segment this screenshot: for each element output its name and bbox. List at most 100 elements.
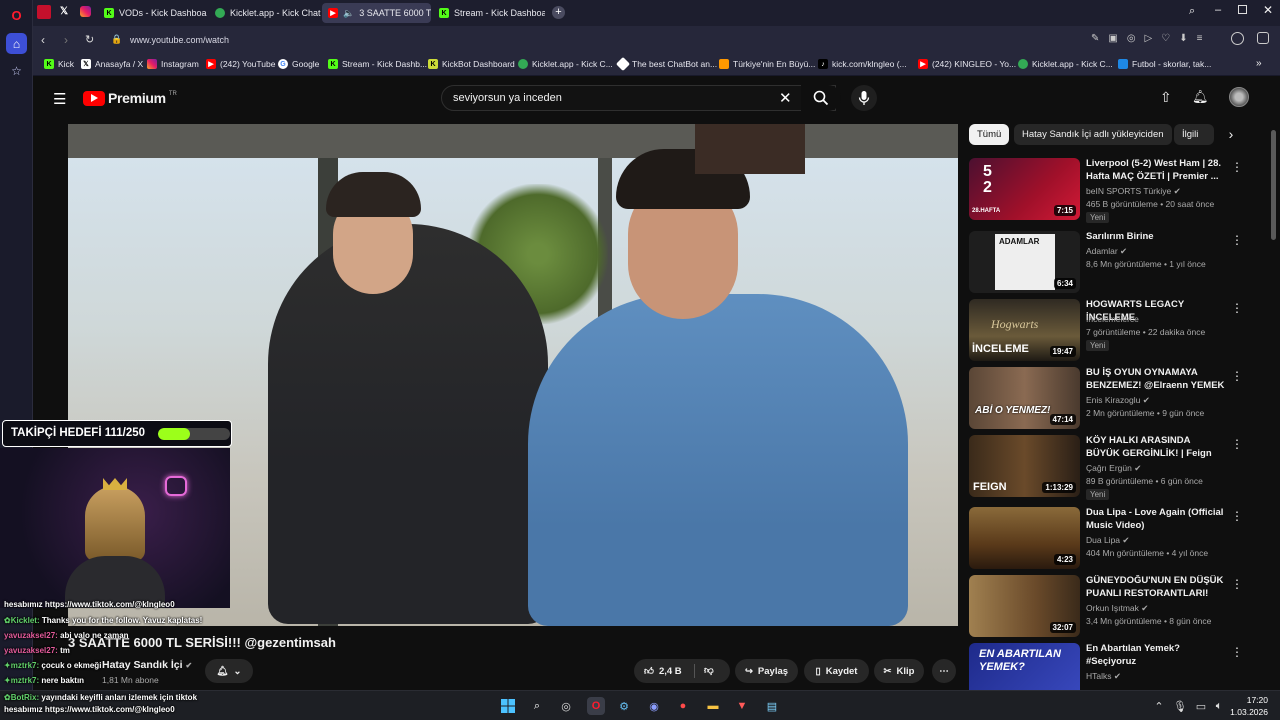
bookmark-kicklet-2[interactable]: Kicklet.app - Kick C... xyxy=(1018,59,1113,69)
clock[interactable]: 17:20 1.03.2026 xyxy=(1230,695,1268,717)
bookmark-turkiye[interactable]: Türkiye'nin En Büyü... xyxy=(719,59,815,69)
share-button[interactable]: ↪ Paylaş xyxy=(735,659,798,683)
recommendation-item[interactable]: EN ABARTILAN YEMEK? En Abartılan Yemek? … xyxy=(969,643,1244,690)
more-options-icon[interactable]: ⋮ xyxy=(1231,577,1243,591)
speaker-icon[interactable]: 🔈 xyxy=(343,8,354,19)
steam-icon[interactable]: ⚙ xyxy=(615,697,633,715)
subscribed-bell-button[interactable]: 🔔︎ ⌄ xyxy=(205,659,253,683)
more-options-icon[interactable]: ⋮ xyxy=(1231,301,1243,315)
video-title[interactable]: Liverpool (5-2) West Ham | 28. Hafta MAÇ… xyxy=(1086,158,1226,183)
recommendation-item[interactable]: ADAMLAR 6:34 Sarılırım Birine Adamlar ✔ … xyxy=(969,231,1244,293)
back-icon[interactable]: ‹ xyxy=(41,33,45,47)
save-button[interactable]: ▯ Kaydet xyxy=(804,659,869,683)
video-thumbnail[interactable]: 5 2 28.HAFTA 7:15 xyxy=(969,158,1080,220)
tray-chevron-icon[interactable]: ⌃ xyxy=(1150,697,1168,715)
opera-gx-icon[interactable]: O xyxy=(587,697,605,715)
star-icon[interactable]: ☆ xyxy=(6,60,27,81)
easy-setup-icon[interactable] xyxy=(1257,32,1269,44)
upload-icon[interactable]: ⇧ xyxy=(1160,89,1172,106)
like-count[interactable]: 2,4 B xyxy=(659,666,682,677)
lock-icon[interactable]: 🔒 xyxy=(111,34,122,45)
minimize-icon[interactable]: – xyxy=(1215,4,1221,16)
channel-name[interactable]: Adamlar ✔ xyxy=(1086,246,1127,257)
tab-search-icon[interactable]: ⌕ xyxy=(1189,5,1195,18)
tab-kicklet[interactable]: Kicklet.app - Kick Chatbot xyxy=(209,3,321,23)
tab-youtube-video[interactable]: ▶ 🔈 3 SAATTE 6000 TL SERİ xyxy=(322,3,431,23)
video-thumbnail[interactable]: 4:23 xyxy=(969,507,1080,569)
channel-name[interactable]: İncelemelerce xyxy=(1086,314,1139,324)
hamburger-menu-icon[interactable]: ☰ xyxy=(53,90,66,108)
video-title[interactable]: GÜNEYDOĞU'NUN EN DÜŞÜK PUANLI RESTORANTL… xyxy=(1086,575,1226,600)
discord-icon[interactable]: ◉ xyxy=(645,697,663,715)
channel-name[interactable]: Enis Kirazoglu ✔ xyxy=(1086,395,1150,406)
video-thumbnail[interactable]: ABİ O YENMEZ! 47:14 xyxy=(969,367,1080,429)
home-icon[interactable]: ⌂ xyxy=(6,33,27,54)
recommendation-item[interactable]: 5 2 28.HAFTA 7:15 Liverpool (5-2) West H… xyxy=(969,158,1244,223)
channel-name[interactable]: HTalks ✔ xyxy=(1086,671,1121,682)
channel-name[interactable]: Hatay Sandık İçi ✔ xyxy=(102,659,192,671)
bookmark-instagram[interactable]: Instagram xyxy=(147,59,199,69)
clip-button[interactable]: ✂ Klip xyxy=(874,659,924,683)
video-title[interactable]: BU İŞ OYUN OYNAMAYA BENZEMEZ! @Elraenn Y… xyxy=(1086,367,1226,392)
bookmark-kicklet[interactable]: Kicklet.app - Kick C... xyxy=(518,59,613,69)
volume-tray-icon[interactable]: 🔈︎ xyxy=(1210,697,1228,715)
profile-icon[interactable] xyxy=(1231,32,1244,45)
bookmarks-more-icon[interactable]: » xyxy=(1256,58,1262,69)
taskbar-search-icon[interactable]: ⌕ xyxy=(528,697,546,715)
chip-uploader[interactable]: Hatay Sandık İçi adlı yükleyiciden xyxy=(1014,124,1172,145)
file-explorer-icon[interactable]: ▬ xyxy=(704,697,722,715)
video-thumbnail[interactable]: Hogwarts İNCELEME 19:47 xyxy=(969,299,1080,361)
forward-icon[interactable]: › xyxy=(64,33,68,47)
video-title[interactable]: KÖY HALKI ARASINDA BÜYÜK GERGİNLİK! | Fe… xyxy=(1086,435,1226,460)
more-options-icon[interactable]: ⋮ xyxy=(1231,233,1243,247)
more-options-icon[interactable]: ⋮ xyxy=(1231,369,1243,383)
tab-vods[interactable]: K VODs - Kick Dashboard xyxy=(98,3,207,23)
bookmark-chatbot[interactable]: The best ChatBot an... xyxy=(615,56,717,72)
more-options-icon[interactable]: ⋮ xyxy=(1231,160,1243,174)
bookmark-stream[interactable]: K Stream - Kick Dashb... xyxy=(328,59,427,69)
video-title[interactable]: Sarılırım Birine xyxy=(1086,231,1226,244)
bookmark-futbol[interactable]: Futbol - skorlar, tak... xyxy=(1118,59,1211,69)
bookmark-kingleo-youtube[interactable]: ▶ (242) KINGLEO - Yo... xyxy=(918,59,1016,69)
youtube-logo[interactable]: Premium TR xyxy=(83,90,177,106)
chip-all[interactable]: Tümü xyxy=(969,124,1010,145)
video-thumbnail[interactable]: EN ABARTILAN YEMEK? xyxy=(969,643,1080,690)
chips-next-chevron-icon[interactable]: › xyxy=(1216,120,1246,148)
dislike-icon[interactable]: 👎︎ xyxy=(704,664,714,676)
search-input[interactable]: seviyorsun ya inceden ✕ xyxy=(441,85,836,111)
video-thumbnail[interactable]: 32:07 xyxy=(969,575,1080,637)
new-tab-plus-icon[interactable]: + xyxy=(552,6,565,19)
bookmark-google[interactable]: G Google xyxy=(278,59,319,69)
close-window-icon[interactable]: ✕ xyxy=(1263,3,1273,17)
video-thumbnail[interactable]: FEIGN 1:13:29 xyxy=(969,435,1080,497)
more-options-icon[interactable]: ⋮ xyxy=(1231,509,1243,523)
chip-related[interactable]: İlgili xyxy=(1174,124,1214,145)
address-bar-tools-icon[interactable]: ✎▣◎▷♡⬇≡ xyxy=(1091,33,1211,44)
clear-search-icon[interactable]: ✕ xyxy=(779,89,792,107)
recommendation-item[interactable]: 32:07 GÜNEYDOĞU'NUN EN DÜŞÜK PUANLI REST… xyxy=(969,575,1244,637)
more-options-icon[interactable]: ⋮ xyxy=(1231,645,1243,659)
bookmark-x[interactable]: 𝕏 Anasayfa / X xyxy=(81,59,143,69)
bookmark-kick[interactable]: K Kick xyxy=(44,59,74,69)
video-thumbnail[interactable]: ADAMLAR 6:34 xyxy=(969,231,1080,293)
search-button[interactable] xyxy=(801,85,841,111)
valorant-icon[interactable]: ▼ xyxy=(733,697,751,715)
bookmark-youtube[interactable]: ▶ (242) YouTube xyxy=(206,59,275,69)
channel-name[interactable]: Orkun Işıtmak ✔ xyxy=(1086,603,1148,614)
video-title[interactable]: Dua Lipa - Love Again (Official Music Vi… xyxy=(1086,507,1226,532)
bookmark-kingleo-kick[interactable]: ♪ kick.com/klngleo (... xyxy=(818,59,907,69)
recommendation-item[interactable]: FEIGN 1:13:29 KÖY HALKI ARASINDA BÜYÜK G… xyxy=(969,435,1244,500)
recommendation-item[interactable]: ABİ O YENMEZ! 47:14 BU İŞ OYUN OYNAMAYA … xyxy=(969,367,1244,429)
pinned-tab-opera-icon[interactable] xyxy=(37,5,51,19)
opera-logo-icon[interactable]: O xyxy=(6,5,27,26)
more-options-icon[interactable]: ⋮ xyxy=(1231,437,1243,451)
pinned-tab-x-icon[interactable]: 𝕏 xyxy=(60,6,68,17)
account-avatar[interactable] xyxy=(1229,87,1249,107)
voice-search-button[interactable] xyxy=(851,85,877,111)
recommendation-item[interactable]: Hogwarts İNCELEME 19:47 HOGWARTS LEGACY … xyxy=(969,299,1244,361)
display-tray-icon[interactable]: ▭ xyxy=(1192,697,1210,715)
pinned-tab-instagram-icon[interactable] xyxy=(80,6,91,17)
more-actions-button[interactable]: ⋯ xyxy=(932,659,956,683)
reload-icon[interactable]: ↻ xyxy=(85,33,94,46)
video-title[interactable]: En Abartılan Yemek? #Seçiyoruz xyxy=(1086,643,1226,668)
